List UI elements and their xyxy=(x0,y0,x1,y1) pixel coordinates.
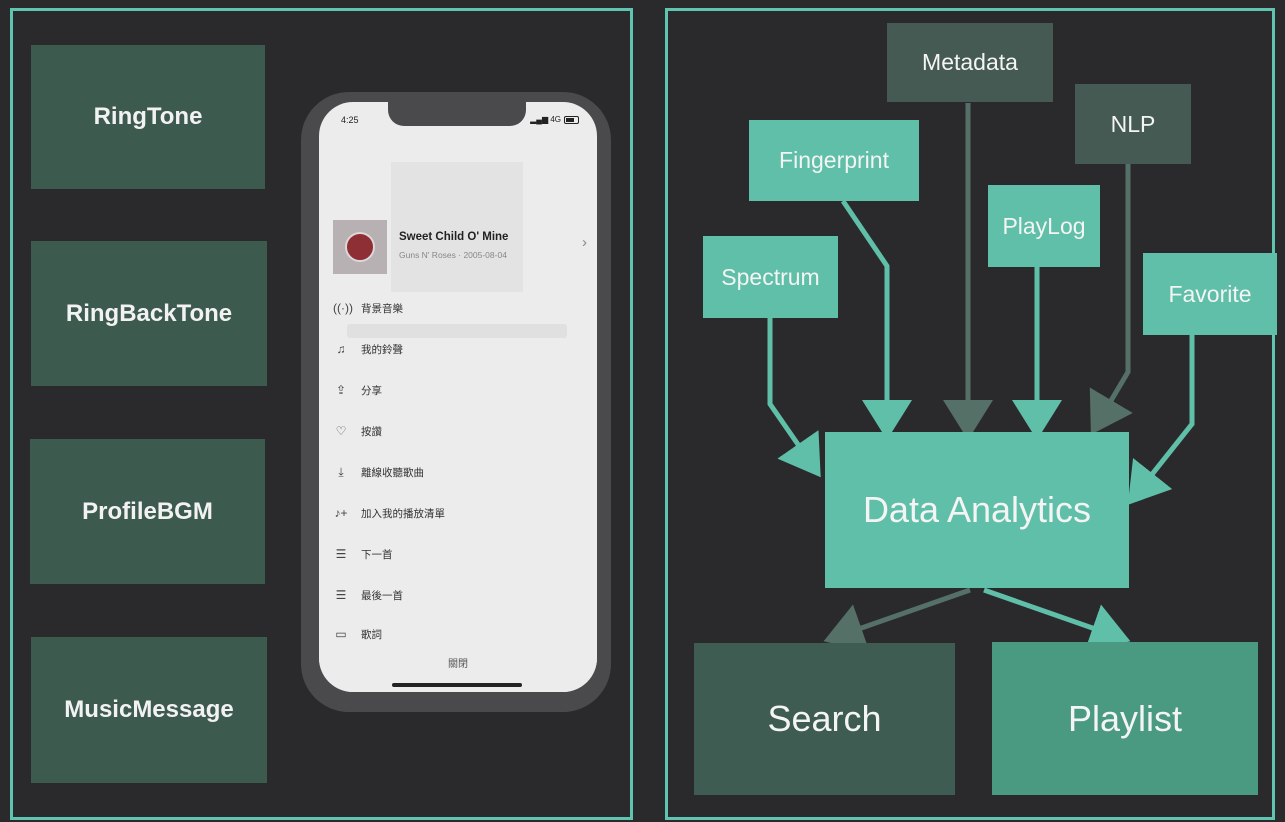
arrow-analytics-to-search xyxy=(823,587,971,652)
arrow-fingerprint-to-analytics xyxy=(840,199,912,440)
playlog-box: PlayLog xyxy=(988,185,1100,267)
arrow-spectrum-to-analytics xyxy=(767,318,821,478)
spectrum-box: Spectrum xyxy=(703,236,838,318)
search-box: Search xyxy=(694,643,955,795)
arrow-analytics-to-playlist xyxy=(983,587,1131,652)
arrow-nlp-to-analytics xyxy=(1089,164,1133,435)
favorite-box: Favorite xyxy=(1143,253,1277,335)
fingerprint-box: Fingerprint xyxy=(749,120,919,201)
nlp-box: NLP xyxy=(1075,84,1191,164)
data-analytics-box: Data Analytics xyxy=(825,432,1129,588)
metadata-box: Metadata xyxy=(887,23,1053,102)
playlist-box: Playlist xyxy=(992,642,1258,795)
arrow-favorite-to-analytics xyxy=(1127,335,1195,505)
